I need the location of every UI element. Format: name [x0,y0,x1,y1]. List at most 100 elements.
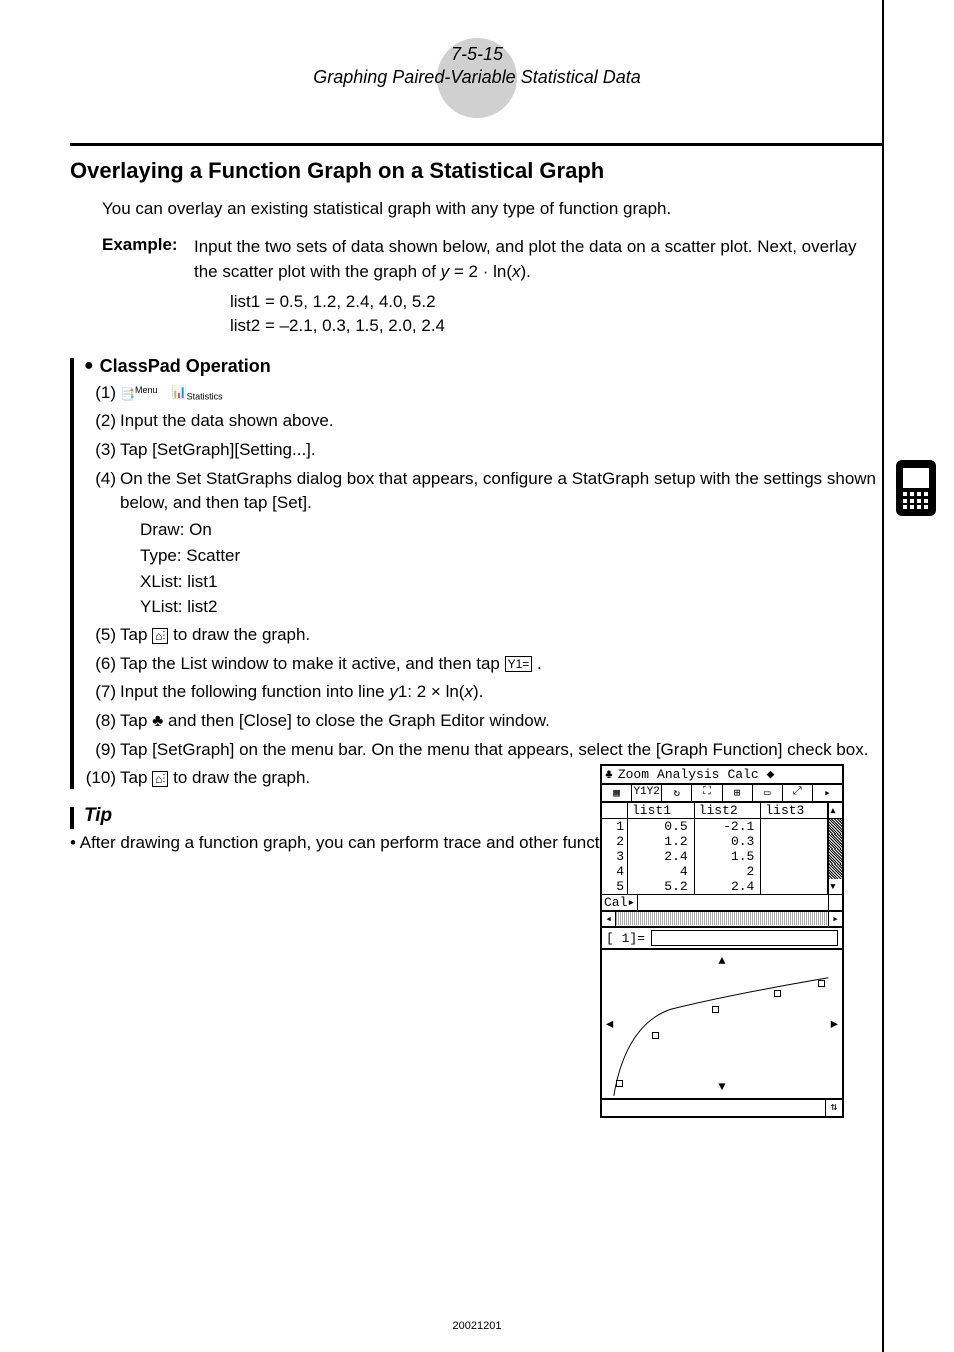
cal-label[interactable]: Cal▸ [602,895,638,910]
menu-zoom[interactable]: Zoom [615,767,652,782]
example-func-suffix: ). [521,262,531,281]
step-6-num: (6) [84,652,120,677]
calc-input-field[interactable] [651,930,838,946]
step-6-text-b: . [537,654,542,673]
menu-icon: 📑Menu [120,384,157,403]
toolbar-btn-4[interactable]: ⛶ [692,785,722,801]
step-7-text-c: ). [473,682,483,701]
cell[interactable]: 2.4 [628,849,695,864]
settings-draw: Draw: On [140,518,884,542]
cell[interactable]: 2.4 [695,879,762,894]
settings-type: Type: Scatter [140,544,884,568]
cell[interactable] [761,834,828,849]
example-func-x: x [512,262,521,281]
hscroll-right-icon[interactable]: ▸ [828,912,842,926]
step-8: (8) Tap ♣ and then [Close] to close the … [84,709,884,734]
scatter-point [818,980,825,987]
row-num: 5 [602,879,628,894]
toolbar-btn-3[interactable]: ↻ [662,785,692,801]
clover-menu-icon[interactable]: ♣ [605,767,613,782]
menu-more-icon[interactable]: ◆ [764,767,778,782]
cell[interactable] [761,879,828,894]
scatter-point [774,990,781,997]
toolbar-btn-6[interactable]: ▭ [753,785,783,801]
settings-ylist: YList: list2 [140,595,884,619]
cell[interactable]: 1.2 [628,834,695,849]
step-7: (7) Input the following function into li… [84,680,884,705]
vscroll-track[interactable] [828,864,842,879]
step-6: (6) Tap the List window to make it activ… [84,652,884,677]
vscroll-track[interactable] [828,834,842,849]
page-header: 7-5-15 Graphing Paired-Variable Statisti… [70,30,884,88]
cell[interactable]: 4 [628,864,695,879]
step-8-num: (8) [84,709,120,734]
scatter-point [652,1032,659,1039]
example-func-y: y [441,262,450,281]
data-row-4: 4 4 2 [602,864,842,879]
operation-title-text: ClassPad Operation [100,356,271,377]
menu-analysis[interactable]: Analysis [654,767,722,782]
cell[interactable] [761,864,828,879]
list1-text: list1 = 0.5, 1.2, 2.4, 4.0, 5.2 [230,290,884,314]
graph-arrow-left-icon: ◀ [606,1017,613,1032]
step-7-num: (7) [84,680,120,705]
calculator-thumbnail-icon [896,460,936,516]
step-7-x: x [464,682,473,701]
step-10-num: (10) [84,766,120,791]
page: 7-5-15 Graphing Paired-Variable Statisti… [0,0,954,1352]
step-8-text-b: and then [Close] to close the Graph Edit… [168,711,550,730]
step-4-num: (4) [84,467,120,516]
footer-id: 20021201 [453,1320,502,1332]
step-5-num: (5) [84,623,120,648]
statusbar-icon[interactable]: ⇅ [826,1100,842,1116]
clover-icon: ♣ [152,711,163,730]
toolbar-btn-1[interactable]: ▦ [602,785,632,801]
graph-arrow-right-icon: ▶ [831,1017,838,1032]
cal-row: Cal▸ [602,894,842,912]
example-text: Input the two sets of data shown below, … [194,235,884,284]
step-5-text-a: Tap [120,625,152,644]
step-1-num: (1) [84,381,120,406]
tip-section: Tip [70,805,884,827]
toolbar-btn-5[interactable]: ⊞ [723,785,753,801]
vscroll-track[interactable] [828,849,842,864]
step-10-text-a: Tap [120,768,152,787]
tip-title: Tip [84,805,884,827]
vscroll-down-icon[interactable]: ▾ [828,879,842,894]
header-number: 7-5-15 [70,30,884,65]
cell[interactable]: 1.5 [695,849,762,864]
calc-menubar: ♣ Zoom Analysis Calc ◆ [602,766,842,785]
cell[interactable] [761,849,828,864]
step-2: (2) Input the data shown above. [84,409,884,434]
step-7-text-b: 1: 2 × ln( [398,682,465,701]
hscroll-track[interactable] [616,912,828,925]
step-5: (5) Tap ⌂⫶ to draw the graph. [84,623,884,648]
menu-calc[interactable]: Calc [724,767,761,782]
section-heading: Overlaying a Function Graph on a Statist… [70,158,884,184]
data-row-2: 2 1.2 0.3 [602,834,842,849]
graph-arrow-down-icon: ▼ [718,1080,725,1094]
row-num: 2 [602,834,628,849]
curve-svg [602,950,842,1098]
step-9-text: Tap [SetGraph] on the menu bar. On the m… [120,738,884,763]
cell[interactable]: 0.3 [695,834,762,849]
step-9: (9) Tap [SetGraph] on the menu bar. On t… [84,738,884,763]
step-5-text-b: to draw the graph. [173,625,310,644]
statusbar-area [602,1100,826,1116]
step-9-num: (9) [84,738,120,763]
hscroll-left-icon[interactable]: ◂ [602,912,616,926]
bullet-icon: ● [84,357,94,375]
cell[interactable]: 5.2 [628,879,695,894]
toolbar-btn-7[interactable]: ⤢ [783,785,813,801]
toolbar-btn-2[interactable]: Y1Y2 [632,785,662,801]
step-3-text: Tap [SetGraph][Setting...]. [120,438,884,463]
step-4: (4) On the Set StatGraphs dialog box tha… [84,467,884,516]
divider [70,143,884,146]
graph-arrow-up-icon: ▲ [718,954,725,968]
step-7-y: y [389,682,398,701]
toolbar-btn-8[interactable]: ▸ [813,785,842,801]
cell[interactable]: 2 [695,864,762,879]
scatter-point [616,1080,623,1087]
example-label: Example: [102,235,194,284]
calc-graph-area[interactable]: ▲ ▼ ◀ ▶ [602,950,842,1100]
